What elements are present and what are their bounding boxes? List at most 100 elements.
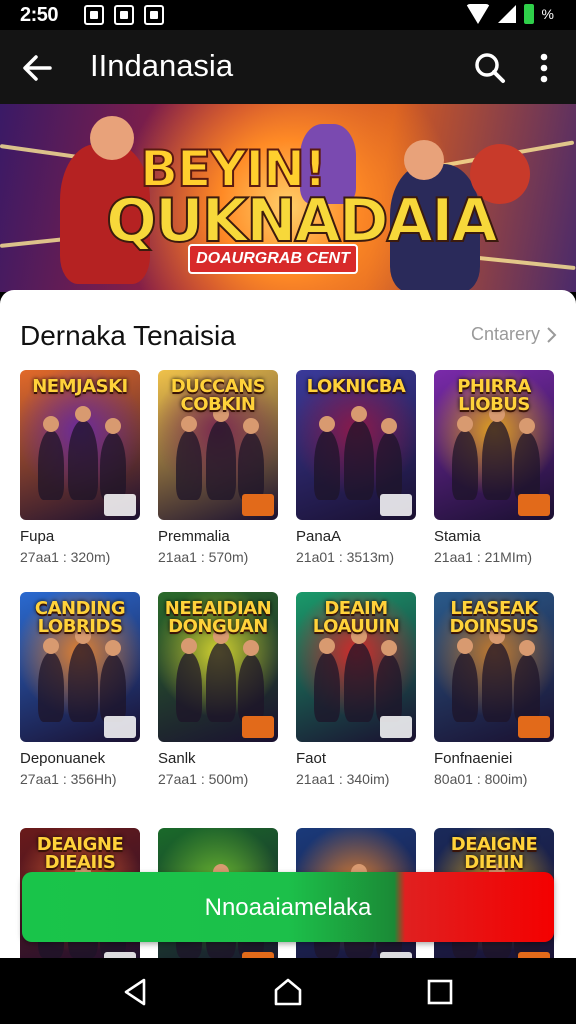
thumbnail-character-head	[319, 638, 335, 654]
game-thumbnail: DEAIM LOAUUIN	[296, 592, 416, 742]
app-toolbar: IIndanasia	[0, 30, 576, 104]
thumbnail-character-head	[243, 418, 259, 434]
nav-home-button[interactable]	[272, 976, 304, 1008]
back-button[interactable]	[18, 48, 58, 88]
thumbnail-title-art: DUCCANS COBKIN	[170, 376, 266, 415]
notification-icons	[84, 5, 164, 25]
thumbnail-badge	[380, 494, 412, 516]
chevron-right-icon	[547, 326, 557, 343]
thumbnail-character	[514, 654, 540, 722]
game-card-name: PanaA	[296, 528, 342, 545]
game-thumbnail: PHIRRA LIOBUS	[434, 370, 554, 520]
thumbnail-title-art: CANDING LOBRIDS	[34, 598, 126, 637]
search-button[interactable]	[472, 50, 508, 86]
game-card-meta: 27aa1 : 356Hh)	[20, 771, 117, 787]
thumbnail-character-head	[519, 640, 535, 656]
wifi-icon	[465, 4, 490, 24]
game-card-meta: 80a01 : 800im)	[434, 771, 528, 787]
thumbnail-title-art: LOKNICBA	[306, 376, 406, 397]
thumbnail-character-head	[43, 416, 59, 432]
thumbnail-title-art: DEAIGNE DIEAIIS	[36, 834, 124, 873]
more-options-button[interactable]	[526, 50, 562, 86]
thumbnail-character-head	[319, 416, 335, 432]
game-card[interactable]: DEAIM LOAUUIN Faot 21aa1 : 340im)	[296, 592, 416, 787]
triangle-back-icon	[124, 978, 146, 1006]
thumbnail-character	[176, 652, 202, 722]
thumbnail-character	[452, 430, 478, 500]
game-card[interactable]: LOKNICBA PanaA 21a01 : 3513m)	[296, 370, 416, 565]
thumbnail-character-head	[519, 418, 535, 434]
game-thumbnail: DUCCANS COBKIN	[158, 370, 278, 520]
game-card[interactable]: LEASEAK DOINSUS Fonfnaeniei 80a01 : 800im)	[434, 592, 554, 787]
game-card[interactable]: NEEAIDIAN DONGUAN Sanlk 27aa1 : 500m)	[158, 592, 278, 787]
thumbnail-character	[482, 420, 512, 500]
thumbnail-character	[344, 420, 374, 500]
game-card-name: Faot	[296, 750, 327, 767]
thumbnail-character-head	[457, 638, 473, 654]
more-vert-icon	[540, 53, 548, 83]
thumbnail-character-head	[243, 640, 259, 656]
game-card-meta: 21a01 : 3513m)	[296, 549, 395, 565]
thumbnail-character	[206, 642, 236, 722]
nav-recents-button[interactable]	[424, 976, 456, 1008]
thumbnail-badge	[518, 716, 550, 738]
thumbnail-character	[238, 654, 264, 722]
game-card[interactable]: NEMJASKI Fupa 27aa1 : 320m)	[20, 370, 140, 565]
install-cta-button[interactable]: Nnoaaiamelaka	[22, 872, 554, 942]
notification-icon	[114, 5, 134, 25]
thumbnail-title-art: DEAIM LOAUUIN	[312, 598, 400, 637]
thumbnail-character	[100, 432, 126, 500]
game-card-meta: 21aa1 : 570m)	[158, 549, 249, 565]
thumbnail-character	[376, 654, 402, 722]
thumbnail-character	[314, 430, 340, 500]
notification-icon	[144, 5, 164, 25]
game-card[interactable]: PHIRRA LIOBUS Stamia 21aa1 : 21MIm)	[434, 370, 554, 565]
game-card-name: Fupa	[20, 528, 55, 545]
thumbnail-character-head	[43, 638, 59, 654]
content-sheet: Dernaka Tenaisia Cntarery NEMJASKI Fupa 27…	[0, 290, 576, 958]
game-card-name: Fonfnaeniei	[434, 750, 513, 767]
system-nav-bar	[0, 958, 576, 1024]
arrow-left-icon	[23, 55, 52, 81]
game-thumbnail: LOKNICBA	[296, 370, 416, 520]
battery-icon	[523, 4, 534, 24]
thumbnail-character-head	[457, 416, 473, 432]
game-thumbnail: NEEAIDIAN DONGUAN	[158, 592, 278, 742]
thumbnail-character-head	[75, 406, 91, 422]
thumbnail-badge	[380, 716, 412, 738]
thumbnail-character	[206, 420, 236, 500]
game-card-name: Premmalia	[158, 528, 230, 545]
thumbnail-badge	[242, 716, 274, 738]
thumbnail-character	[314, 652, 340, 722]
thumbnail-character-head	[351, 406, 367, 422]
thumbnail-character-head	[381, 418, 397, 434]
game-card-meta: 27aa1 : 500m)	[158, 771, 249, 787]
thumbnail-badge	[518, 494, 550, 516]
game-card-name: Deponuanek	[20, 750, 106, 767]
status-bar: 2:50 %	[0, 0, 576, 30]
search-icon	[475, 53, 505, 83]
game-card[interactable]: CANDING LOBRIDS Deponuanek 27aa1 : 356Hh)	[20, 592, 140, 787]
banner-hero-head	[404, 140, 444, 180]
thumbnail-title-art: DEAIGNE DIEIIN	[450, 834, 538, 873]
thumbnail-character	[68, 642, 98, 722]
thumbnail-title-art: NEMJASKI	[32, 376, 128, 397]
thumbnail-character	[376, 432, 402, 500]
nav-back-button[interactable]	[120, 976, 152, 1008]
signal-icon	[497, 5, 516, 23]
thumbnail-badge	[104, 494, 136, 516]
game-thumbnail: CANDING LOBRIDS	[20, 592, 140, 742]
game-card-meta: 27aa1 : 320m)	[20, 549, 111, 565]
game-card[interactable]: DUCCANS COBKIN Premmalia 21aa1 : 570m)	[158, 370, 278, 565]
battery-percent: %	[541, 6, 554, 22]
thumbnail-character	[38, 652, 64, 722]
thumbnail-character-head	[105, 640, 121, 656]
game-card-meta: 21aa1 : 21MIm)	[434, 549, 533, 565]
banner-hero-head	[90, 116, 134, 160]
thumbnail-badge	[104, 716, 136, 738]
thumbnail-character	[514, 432, 540, 500]
category-link-label: Cntarery	[470, 324, 540, 344]
category-link[interactable]: Cntarery	[471, 324, 558, 345]
game-thumbnail: LEASEAK DOINSUS	[434, 592, 554, 742]
thumbnail-character	[238, 432, 264, 500]
